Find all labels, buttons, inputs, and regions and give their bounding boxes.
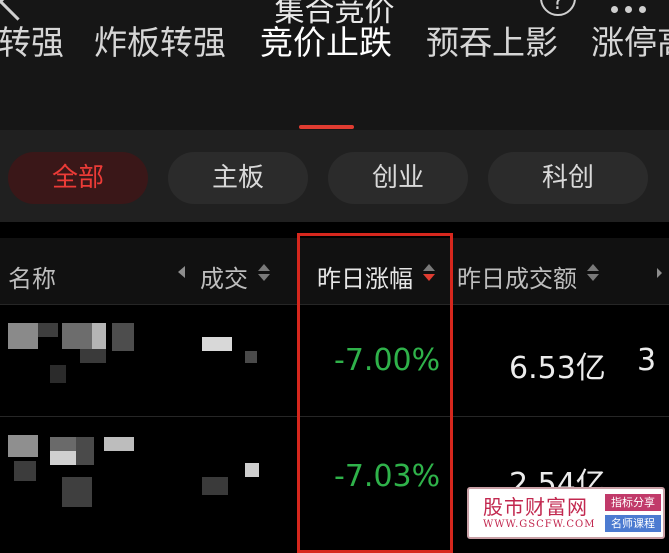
mosaic-block [50,451,76,465]
tab-zhuanqiang[interactable]: 转强 [0,16,64,64]
help-symbol: ? [552,0,564,15]
tab-jingjiazhidie[interactable]: 竞价止跌 [260,16,392,64]
filter-main-board-button[interactable]: 主板 [168,152,308,204]
more-icon[interactable] [611,0,653,17]
active-tab-indicator [299,125,354,129]
scroll-right-icon[interactable] [657,268,662,278]
mosaic-block [62,323,92,349]
prev-amount-value: 6.53亿 [509,351,606,386]
mosaic-block [245,463,259,477]
mosaic-block [14,461,36,481]
volume-sort-icon[interactable] [258,264,270,282]
column-header-volume[interactable]: 成交 [200,259,248,294]
mosaic-block [50,365,66,383]
tab-zhabanzhuanqiang[interactable]: 炸板转强 [94,16,226,64]
watermark-tag: 名师课程 [605,515,661,532]
filter-chinext-button[interactable]: 创业 [328,152,468,204]
mosaic-block [202,477,228,495]
next-column-value: 3 [637,343,657,378]
watermark-logo: 股市财富网 WWW.GSCFW.COM 指标分享 名师课程 [467,487,665,539]
watermark-tag: 指标分享 [605,494,661,511]
filter-star-market-button[interactable]: 科创 [488,152,648,204]
watermark-url: WWW.GSCFW.COM [483,519,596,530]
mosaic-block [38,323,58,337]
column-header-name[interactable]: 名称 [8,259,56,294]
column-header-prev-amount[interactable]: 昨日成交额 [457,259,577,294]
help-icon[interactable]: ? [540,0,576,16]
watermark-title: 股市财富网 [483,495,588,519]
mosaic-block [62,477,92,507]
mosaic-block [76,437,94,465]
tab-yutunshangying[interactable]: 预吞上影 [426,16,558,64]
filter-all-button[interactable]: 全部 [8,152,148,204]
column-highlight-box [297,233,453,553]
mosaic-block [112,323,134,351]
mosaic-block [8,435,38,457]
mosaic-block [104,437,134,451]
mosaic-block [245,351,257,363]
scroll-left-icon[interactable] [178,266,185,278]
mosaic-block [8,323,38,349]
mosaic-block [80,349,106,363]
mosaic-block [50,437,76,451]
tab-zhangtinggao[interactable]: 涨停高 [591,16,669,64]
mosaic-block [92,323,106,349]
mosaic-block [202,337,232,351]
prev-amount-sort-icon[interactable] [587,264,599,282]
